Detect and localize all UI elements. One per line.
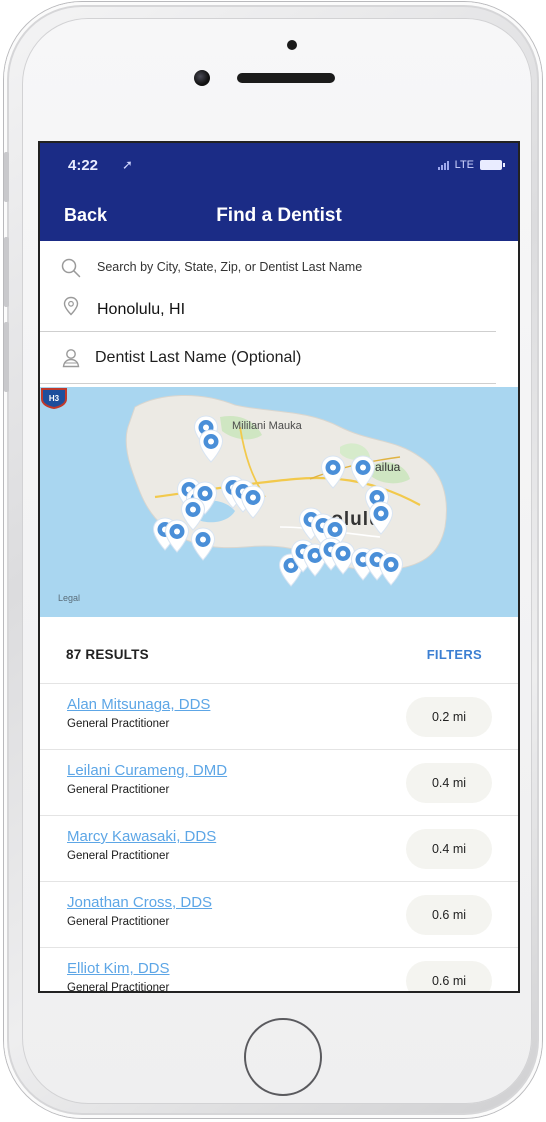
dentist-specialty: General Practitioner bbox=[67, 784, 170, 796]
dentist-name-link[interactable]: Alan Mitsunaga, DDS bbox=[67, 696, 210, 713]
last-name-input[interactable] bbox=[95, 349, 475, 367]
search-panel: Search by City, State, Zip, or Dentist L… bbox=[40, 241, 518, 387]
distance-badge: 0.6 mi bbox=[406, 895, 492, 935]
dentist-map-pin-icon[interactable] bbox=[164, 519, 190, 553]
search-icon bbox=[61, 258, 81, 278]
status-indicators: LTE bbox=[437, 159, 505, 171]
dentist-name-link[interactable]: Marcy Kawasaki, DDS bbox=[67, 828, 216, 845]
location-pin-icon bbox=[63, 296, 79, 316]
dentist-name-link[interactable]: Jonathan Cross, DDS bbox=[67, 894, 212, 911]
distance-badge: 0.4 mi bbox=[406, 829, 492, 869]
earpiece-speaker bbox=[237, 73, 335, 83]
results-count: 87 RESULTS bbox=[66, 647, 149, 662]
dentist-specialty: General Practitioner bbox=[67, 718, 170, 730]
dentist-specialty: General Practitioner bbox=[67, 850, 170, 862]
person-icon bbox=[62, 349, 80, 368]
dentist-map-pin-icon[interactable] bbox=[368, 501, 394, 535]
map-label-mililani: Mililani Mauka bbox=[232, 420, 302, 432]
dentist-name-link[interactable]: Leilani Curameng, DMD bbox=[67, 762, 227, 779]
search-hint-text: Search by City, State, Zip, or Dentist L… bbox=[97, 260, 363, 274]
result-row[interactable]: Jonathan Cross, DDS General Practitioner… bbox=[40, 881, 518, 947]
home-button[interactable] bbox=[244, 1018, 322, 1096]
status-time: 4:22 bbox=[68, 157, 99, 174]
distance-badge: 0.4 mi bbox=[406, 763, 492, 803]
dentist-specialty: General Practitioner bbox=[67, 982, 170, 991]
navigation-bar: Back Find a Dentist bbox=[40, 189, 518, 241]
filters-button[interactable]: FILTERS bbox=[427, 647, 482, 662]
svg-text:H3: H3 bbox=[49, 394, 60, 403]
dentist-map-pin-icon[interactable] bbox=[198, 429, 224, 463]
front-camera-icon bbox=[194, 70, 210, 86]
proximity-sensor bbox=[287, 40, 297, 50]
city-value: Honolulu, HI bbox=[97, 301, 186, 318]
search-hint-row[interactable]: Search by City, State, Zip, or Dentist L… bbox=[40, 249, 518, 285]
result-row[interactable]: Marcy Kawasaki, DDS General Practitioner… bbox=[40, 815, 518, 881]
result-row[interactable]: Alan Mitsunaga, DDS General Practitioner… bbox=[40, 683, 518, 749]
distance-badge: 0.6 mi bbox=[406, 961, 492, 991]
city-field[interactable]: Honolulu, HI bbox=[40, 287, 496, 332]
app-screen: 4:22 ➚ LTE Back Find a Dentist Search by… bbox=[40, 143, 518, 991]
dentist-map-pin-icon[interactable] bbox=[378, 552, 404, 586]
last-name-field[interactable] bbox=[40, 337, 496, 384]
network-type: LTE bbox=[454, 159, 474, 171]
results-map[interactable]: Mililani Mauka ailua onolulu H3 Legal bbox=[40, 387, 518, 617]
dentist-map-pin-icon[interactable] bbox=[320, 455, 346, 489]
mute-switch bbox=[4, 152, 9, 202]
distance-badge: 0.2 mi bbox=[406, 697, 492, 737]
dentist-map-pin-icon[interactable] bbox=[240, 485, 266, 519]
results-header: 87 RESULTS FILTERS bbox=[40, 617, 518, 683]
map-label-kailua: ailua bbox=[375, 460, 401, 474]
interstate-h3-shield-icon: H3 bbox=[41, 388, 67, 409]
dentist-name-link[interactable]: Elliot Kim, DDS bbox=[67, 960, 170, 977]
signal-strength-icon bbox=[437, 160, 449, 170]
location-arrow-icon: ➚ bbox=[122, 157, 133, 172]
volume-down-button bbox=[4, 322, 9, 392]
dentist-specialty: General Practitioner bbox=[67, 916, 170, 928]
result-row[interactable]: Leilani Curameng, DMD General Practition… bbox=[40, 749, 518, 815]
volume-up-button bbox=[4, 237, 9, 307]
result-row[interactable]: Elliot Kim, DDS General Practitioner 0.6… bbox=[40, 947, 518, 991]
dentist-map-pin-icon[interactable] bbox=[190, 527, 216, 561]
page-title: Find a Dentist bbox=[216, 205, 342, 226]
battery-icon bbox=[480, 160, 505, 170]
status-bar: 4:22 ➚ LTE bbox=[40, 143, 518, 189]
map-legal-link[interactable]: Legal bbox=[58, 593, 80, 603]
dentist-map-pin-icon[interactable] bbox=[350, 455, 376, 489]
